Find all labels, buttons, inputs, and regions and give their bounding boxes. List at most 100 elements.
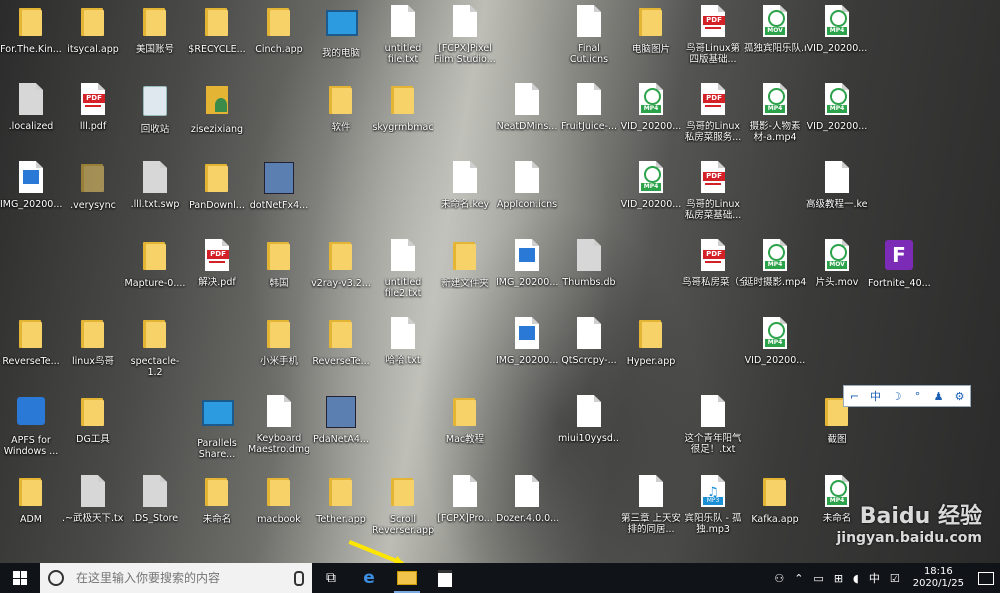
start-button[interactable] <box>0 563 40 593</box>
desktop-icon[interactable]: 小米手机 <box>248 316 310 386</box>
desktop-icon[interactable]: MP4 VID_20200... <box>744 316 806 386</box>
desktop-icon[interactable]: itsycal.app <box>62 4 124 74</box>
desktop-icon[interactable]: PDF 解决.pdf <box>186 238 248 308</box>
ime-settings-icon[interactable]: ⚙ <box>952 390 968 403</box>
desktop-icon[interactable]: 新建文件夹 <box>434 238 496 308</box>
taskbar-clock[interactable]: 18:16 2020/1/25 <box>913 566 964 590</box>
desktop-icon[interactable]: MP4 VID_20200... <box>806 82 868 152</box>
ime-menu-icon[interactable]: ⌐ <box>847 390 863 403</box>
desktop-icon[interactable]: PDF 鸟哥的Linux私房菜基础... <box>682 160 744 230</box>
desktop-icon[interactable]: MP4 摄影-人物素材-a.mp4 <box>744 82 806 152</box>
desktop-icon[interactable]: Cinch.app <box>248 4 310 74</box>
search-input[interactable] <box>74 570 288 586</box>
desktop-icon[interactable]: PDF 鸟哥Linux第四版基础... <box>682 4 744 74</box>
desktop-icon[interactable]: 电脑图片 <box>620 4 682 74</box>
desktop-icon[interactable]: Kafka.app <box>744 474 806 544</box>
desktop-icon[interactable]: F Fortnite_40... <box>868 238 930 308</box>
desktop-icon[interactable]: MP4 VID_20200... <box>806 4 868 74</box>
ime-lang-toggle[interactable]: 中 <box>868 388 884 404</box>
taskbar-search-box[interactable] <box>40 563 312 593</box>
desktop-icon[interactable]: macbook <box>248 474 310 544</box>
battery-icon[interactable]: ▭ <box>813 572 823 585</box>
desktop-icon[interactable]: IMG_20200... <box>0 160 62 230</box>
desktop-icon[interactable]: PDF 鸟哥私房菜（全）.pdf <box>682 238 744 308</box>
microphone-icon[interactable] <box>294 571 304 586</box>
desktop-icon[interactable]: untitled file.txt <box>372 4 434 74</box>
desktop-icon[interactable]: Mac教程 <box>434 394 496 464</box>
ime-checkbox-icon[interactable]: ☑ <box>890 572 900 585</box>
desktop-icon[interactable]: .DS_Store <box>124 474 186 544</box>
ime-halfwidth-toggle[interactable]: ☽ <box>889 390 905 403</box>
desktop-icon[interactable]: 哈哈.txt <box>372 316 434 386</box>
desktop-icon[interactable]: PanDownl... <box>186 160 248 230</box>
desktop-icon[interactable]: [FCPX]Pro... <box>434 474 496 544</box>
desktop-icon[interactable]: Thumbs.db <box>558 238 620 308</box>
desktop-icon[interactable]: PDF 鸟哥的Linux私房菜服务... <box>682 82 744 152</box>
desktop-icon[interactable]: ReverseTe... <box>0 316 62 386</box>
people-icon[interactable]: ⚇ <box>774 572 784 585</box>
desktop-icon[interactable]: PDF lll.pdf <box>62 82 124 152</box>
desktop-icon[interactable]: dotNetFx4... <box>248 160 310 230</box>
ime-user-icon[interactable]: ♟ <box>931 390 947 403</box>
desktop-icon[interactable]: ReverseTe... <box>310 316 372 386</box>
desktop-icon[interactable]: .lll.txt.swp <box>124 160 186 230</box>
task-view-button[interactable]: ⧉ <box>312 563 350 593</box>
desktop-icon[interactable]: Mapture-0.... <box>124 238 186 308</box>
desktop-icon[interactable]: APFS for Windows ... <box>0 394 62 464</box>
network-icon[interactable]: ⊞ <box>834 572 843 585</box>
desktop-icon[interactable]: v2ray-v3.2... <box>310 238 372 308</box>
desktop-icon[interactable]: IMG_20200... <box>496 316 558 386</box>
desktop-icon[interactable]: DG工具 <box>62 394 124 464</box>
action-center-icon[interactable] <box>972 563 1000 593</box>
desktop-icon[interactable]: IMG_20200... <box>496 238 558 308</box>
desktop-icon[interactable]: 第三章 上天安排的同居... <box>620 474 682 544</box>
desktop-icon[interactable]: MOV 片头.mov <box>806 238 868 308</box>
desktop-icon[interactable]: AppIcon.icns <box>496 160 558 230</box>
desktop-icon[interactable]: Hyper.app <box>620 316 682 386</box>
desktop-icon[interactable]: Keyboard Maestro.dmg <box>248 394 310 464</box>
desktop-icon[interactable]: miui10yysd... <box>558 394 620 464</box>
desktop-icon[interactable]: ♫ MP3 宾阳乐队 - 孤独.mp3 <box>682 474 744 544</box>
desktop-icon[interactable]: For.The.Kin... <box>0 4 62 74</box>
desktop-icon[interactable]: 我的电脑 <box>310 4 372 74</box>
desktop-icon[interactable]: PdaNetA4... <box>310 394 372 464</box>
desktop-icon[interactable]: MP4 VID_20200... <box>620 160 682 230</box>
desktop-icon[interactable]: Tether.app <box>310 474 372 544</box>
desktop-icon[interactable]: 韩国 <box>248 238 310 308</box>
desktop-icon[interactable]: 软件 <box>310 82 372 152</box>
desktop-icon[interactable]: MP4 延时摄影.mp4 <box>744 238 806 308</box>
desktop-icon[interactable]: 未命名 <box>186 474 248 544</box>
desktop-icon[interactable]: $RECYCLE... <box>186 4 248 74</box>
volume-icon[interactable]: ◖ <box>853 572 859 585</box>
desktop-icon[interactable]: untitled file2.txt <box>372 238 434 308</box>
desktop-icon[interactable]: MOV 孤独宾阳乐队.mov <box>744 4 806 74</box>
desktop-icon[interactable]: .verysync <box>62 160 124 230</box>
file-explorer-button[interactable] <box>388 563 426 593</box>
desktop-icon[interactable]: 这个青年阳气很足！.txt <box>682 394 744 464</box>
desktop-icon[interactable]: 高级教程一.key <box>806 160 868 230</box>
desktop-icon[interactable]: Dozer.4.0.0... <box>496 474 558 544</box>
desktop-icon[interactable]: zisezixiang <box>186 82 248 152</box>
desktop-icon[interactable]: Parallels Share... <box>186 394 248 464</box>
ime-toolbar[interactable]: ⌐ 中 ☽ ° ♟ ⚙ <box>843 385 971 407</box>
desktop-icon[interactable]: 回收站 <box>124 82 186 152</box>
input-language[interactable]: 中 <box>869 570 880 586</box>
desktop-icon[interactable]: 未命名.key <box>434 160 496 230</box>
desktop-icon[interactable]: skygrmbmac <box>372 82 434 152</box>
desktop-icon[interactable]: FruitJuice-... <box>558 82 620 152</box>
desktop-icon[interactable]: [FCPX]Pixel Film Studio... <box>434 4 496 74</box>
show-hidden-icons-chevron-icon[interactable]: ⌃ <box>794 572 803 585</box>
desktop-icon[interactable]: MP4 VID_20200... <box>620 82 682 152</box>
desktop-icon[interactable]: Scroll Reverser.app <box>372 474 434 544</box>
desktop-icon[interactable]: Final Cut.icns <box>558 4 620 74</box>
edge-button[interactable]: e <box>350 563 388 593</box>
desktop-icon[interactable]: 美国账号 <box>124 4 186 74</box>
desktop-icon[interactable]: ADM <box>0 474 62 544</box>
store-button[interactable] <box>426 563 464 593</box>
desktop-icon[interactable]: NeatDMins... <box>496 82 558 152</box>
desktop-icon[interactable]: QtScrcpy-... <box>558 316 620 386</box>
desktop-icon[interactable]: .~武极天下.txt <box>62 474 124 544</box>
ime-punct-toggle[interactable]: ° <box>910 390 926 403</box>
desktop-icon[interactable]: .localized <box>0 82 62 152</box>
desktop-icon[interactable]: spectacle-1.2 <box>124 316 186 386</box>
